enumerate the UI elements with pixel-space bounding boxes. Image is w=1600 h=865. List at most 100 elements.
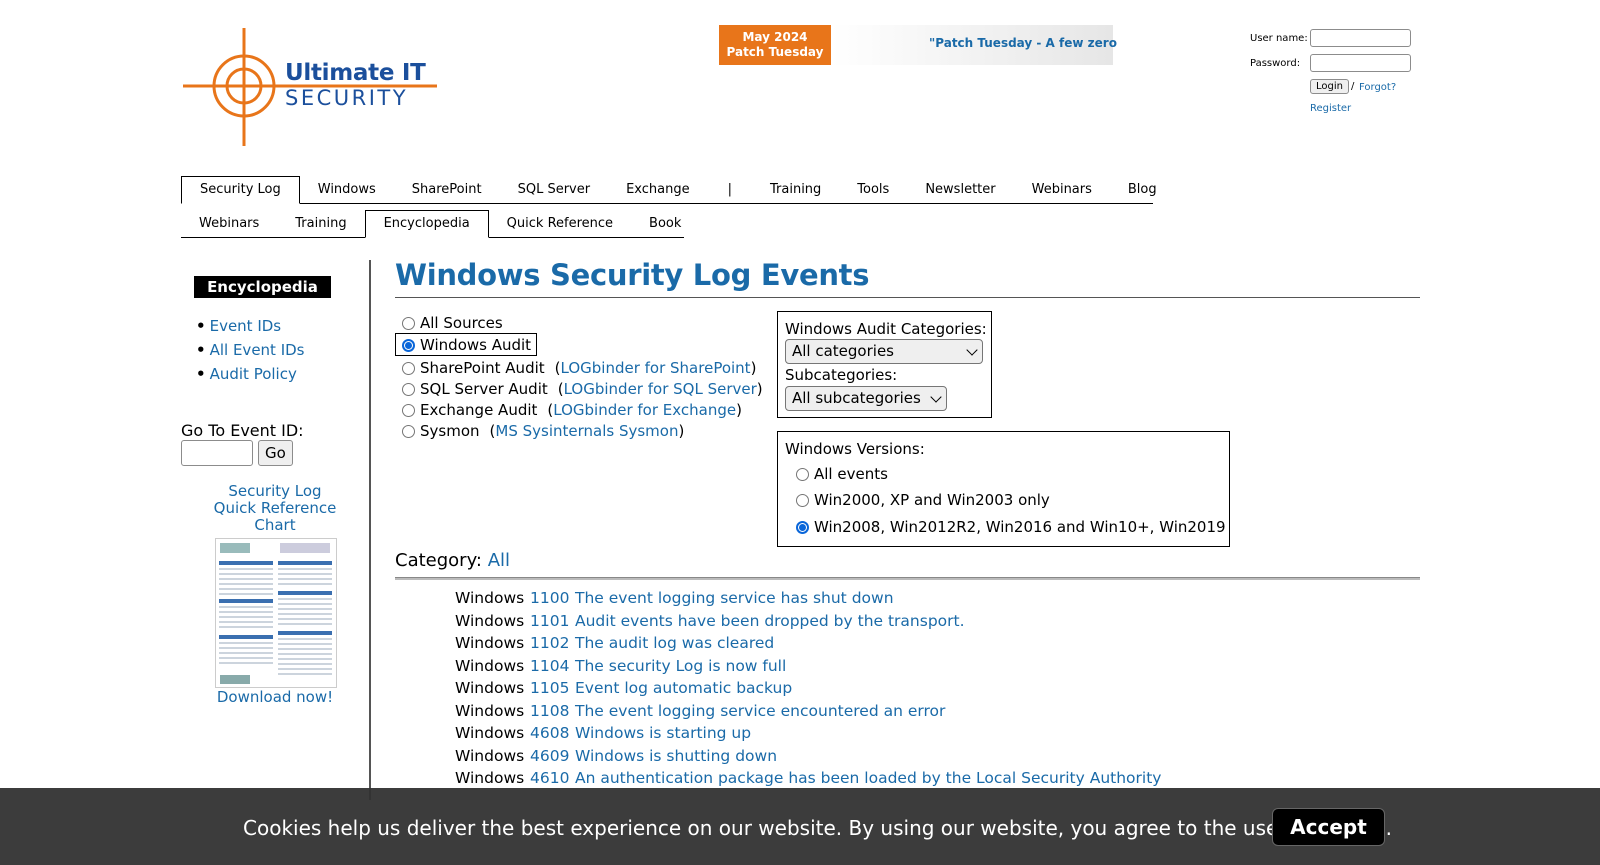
radio-sharepoint-audit[interactable] <box>402 361 415 375</box>
tab-newsletter[interactable]: Newsletter <box>907 182 1013 203</box>
sidebar-item: • All Event IDs <box>196 341 305 359</box>
sidebar-link-audit-policy[interactable]: Audit Policy <box>210 365 297 383</box>
logbinder-exchange-link[interactable]: LOGbinder for Exchange <box>553 401 736 419</box>
event-id-link[interactable]: 4609 <box>530 745 575 768</box>
subtab-quick-reference[interactable]: Quick Reference <box>489 216 631 237</box>
event-id-link[interactable]: 1105 <box>530 677 575 700</box>
tab-exchange[interactable]: Exchange <box>608 182 708 203</box>
source-option-sharepoint[interactable]: SharePoint Audit ( LOGbinder for SharePo… <box>402 359 756 377</box>
patch-tuesday-badge[interactable]: May 2024 Patch Tuesday <box>719 25 831 65</box>
version-option-all[interactable]: All events <box>796 465 888 483</box>
login-button[interactable]: Login <box>1310 79 1349 94</box>
quick-reference-title[interactable]: Security Log Quick Reference Chart <box>205 483 345 534</box>
event-source: Windows <box>455 656 525 675</box>
forgot-link[interactable]: Forgot? <box>1359 82 1396 93</box>
subtab-training[interactable]: Training <box>277 216 364 237</box>
event-id-link[interactable]: 4610 <box>530 767 575 790</box>
sidebar-link-all-event-ids[interactable]: All Event IDs <box>210 341 305 359</box>
sidebar-item: • Event IDs <box>196 317 282 335</box>
banner-quote[interactable]: "Patch Tuesday - A few zero <box>929 36 1117 50</box>
event-desc-link[interactable]: Windows is shutting down <box>575 747 777 765</box>
source-label: SharePoint Audit <box>420 359 545 377</box>
list-item: Windows 4610 An authentication package has… <box>455 767 1161 790</box>
categories-value: All categories <box>792 342 894 360</box>
tab-sharepoint[interactable]: SharePoint <box>394 182 500 203</box>
category-value-link[interactable]: All <box>488 550 510 571</box>
event-desc-link[interactable]: Audit events have been dropped by the tr… <box>575 612 965 630</box>
versions-panel: Windows Versions: All events Win2000, XP… <box>777 431 1230 547</box>
radio-version-legacy[interactable] <box>796 493 809 507</box>
download-now-link[interactable]: Download now! <box>205 688 345 706</box>
sysmon-link[interactable]: MS Sysinternals Sysmon <box>495 422 678 440</box>
event-source: Windows <box>455 701 525 720</box>
password-input[interactable] <box>1310 54 1411 72</box>
subtab-webinars[interactable]: Webinars <box>181 216 277 237</box>
quick-reference-thumbnail[interactable] <box>215 538 337 688</box>
goto-event-input[interactable] <box>181 440 253 466</box>
radio-all-sources[interactable] <box>402 316 415 330</box>
event-desc-link[interactable]: The audit log was cleared <box>575 634 774 652</box>
event-desc-link[interactable]: Event log automatic backup <box>575 679 792 697</box>
subcategories-select[interactable]: All subcategories <box>785 386 947 411</box>
primary-nav: Security Log Windows SharePoint SQL Serv… <box>181 175 1157 204</box>
event-desc-link[interactable]: An authentication package has been loade… <box>575 769 1161 787</box>
subtab-encyclopedia[interactable]: Encyclopedia <box>364 210 489 238</box>
radio-sysmon[interactable] <box>402 424 415 438</box>
event-source: Windows <box>455 769 525 787</box>
event-id-link[interactable]: 1108 <box>530 700 575 723</box>
tab-blog[interactable]: Blog <box>1110 182 1175 203</box>
source-option-sysmon[interactable]: Sysmon ( MS Sysinternals Sysmon ) <box>402 422 684 440</box>
list-item: Windows 1100 The event logging service has… <box>455 587 1161 610</box>
tab-webinars[interactable]: Webinars <box>1014 182 1110 203</box>
event-desc-link[interactable]: The security Log is now full <box>575 657 786 675</box>
logo-line1: Ultimate IT <box>285 60 426 86</box>
tab-tools[interactable]: Tools <box>839 182 907 203</box>
event-id-link[interactable]: 1101 <box>530 610 575 633</box>
versions-label: Windows Versions: <box>785 440 925 458</box>
event-id-link[interactable]: 1100 <box>530 587 575 610</box>
event-id-link[interactable]: 1104 <box>530 655 575 678</box>
radio-sql-server-audit[interactable] <box>402 382 415 396</box>
logbinder-sql-link[interactable]: LOGbinder for SQL Server <box>564 380 757 398</box>
cookie-message: Cookies help us deliver the best experie… <box>243 816 1392 840</box>
version-option-modern[interactable]: Win2008, Win2012R2, Win2016 and Win10+, … <box>796 518 1226 536</box>
event-desc-link[interactable]: The event logging service encountered an… <box>575 702 945 720</box>
source-option-sql[interactable]: SQL Server Audit ( LOGbinder for SQL Ser… <box>402 380 763 398</box>
qr-title-line3: Chart <box>254 516 296 534</box>
tab-security-log[interactable]: Security Log <box>181 176 300 204</box>
sidebar-link-event-ids[interactable]: Event IDs <box>210 317 282 335</box>
event-id-link[interactable]: 1102 <box>530 632 575 655</box>
radio-exchange-audit[interactable] <box>402 403 415 417</box>
event-source: Windows <box>455 634 525 652</box>
tab-sql-server[interactable]: SQL Server <box>500 182 609 203</box>
accept-cookies-button[interactable]: Accept <box>1272 808 1385 846</box>
logo-wordmark: Ultimate IT SECURITY <box>285 60 426 110</box>
categories-select[interactable]: All categories <box>785 339 983 364</box>
goto-event-label: Go To Event ID: <box>181 421 304 440</box>
source-option-windows[interactable]: Windows Audit <box>402 336 531 354</box>
source-option-exchange[interactable]: Exchange Audit ( LOGbinder for Exchange … <box>402 401 742 419</box>
goto-button[interactable]: Go <box>258 440 293 466</box>
radio-windows-audit[interactable] <box>402 338 415 352</box>
radio-version-all[interactable] <box>796 467 809 481</box>
subtab-book[interactable]: Book <box>631 216 699 237</box>
register-link[interactable]: Register <box>1310 103 1351 114</box>
logbinder-sharepoint-link[interactable]: LOGbinder for SharePoint <box>561 359 751 377</box>
source-option-all[interactable]: All Sources <box>402 314 503 332</box>
tab-training[interactable]: Training <box>752 182 839 203</box>
categories-label: Windows Audit Categories: <box>785 320 987 338</box>
list-item: Windows 1102 The audit log was cleared <box>455 632 1161 655</box>
username-input[interactable] <box>1310 29 1411 47</box>
version-option-legacy[interactable]: Win2000, XP and Win2003 only <box>796 491 1050 509</box>
paren-close: ) <box>756 380 763 398</box>
list-item: Windows 1108 The event logging service enc… <box>455 700 1161 723</box>
logo-line2: SECURITY <box>285 86 409 110</box>
event-desc-link[interactable]: The event logging service has shut down <box>575 589 894 607</box>
tab-windows[interactable]: Windows <box>300 182 394 203</box>
event-desc-link[interactable]: Windows is starting up <box>575 724 751 742</box>
chevron-down-icon <box>966 343 978 356</box>
event-source: Windows <box>455 724 525 742</box>
radio-version-modern[interactable] <box>796 520 809 534</box>
event-id-link[interactable]: 4608 <box>530 722 575 745</box>
username-label: User name: <box>1250 33 1308 44</box>
